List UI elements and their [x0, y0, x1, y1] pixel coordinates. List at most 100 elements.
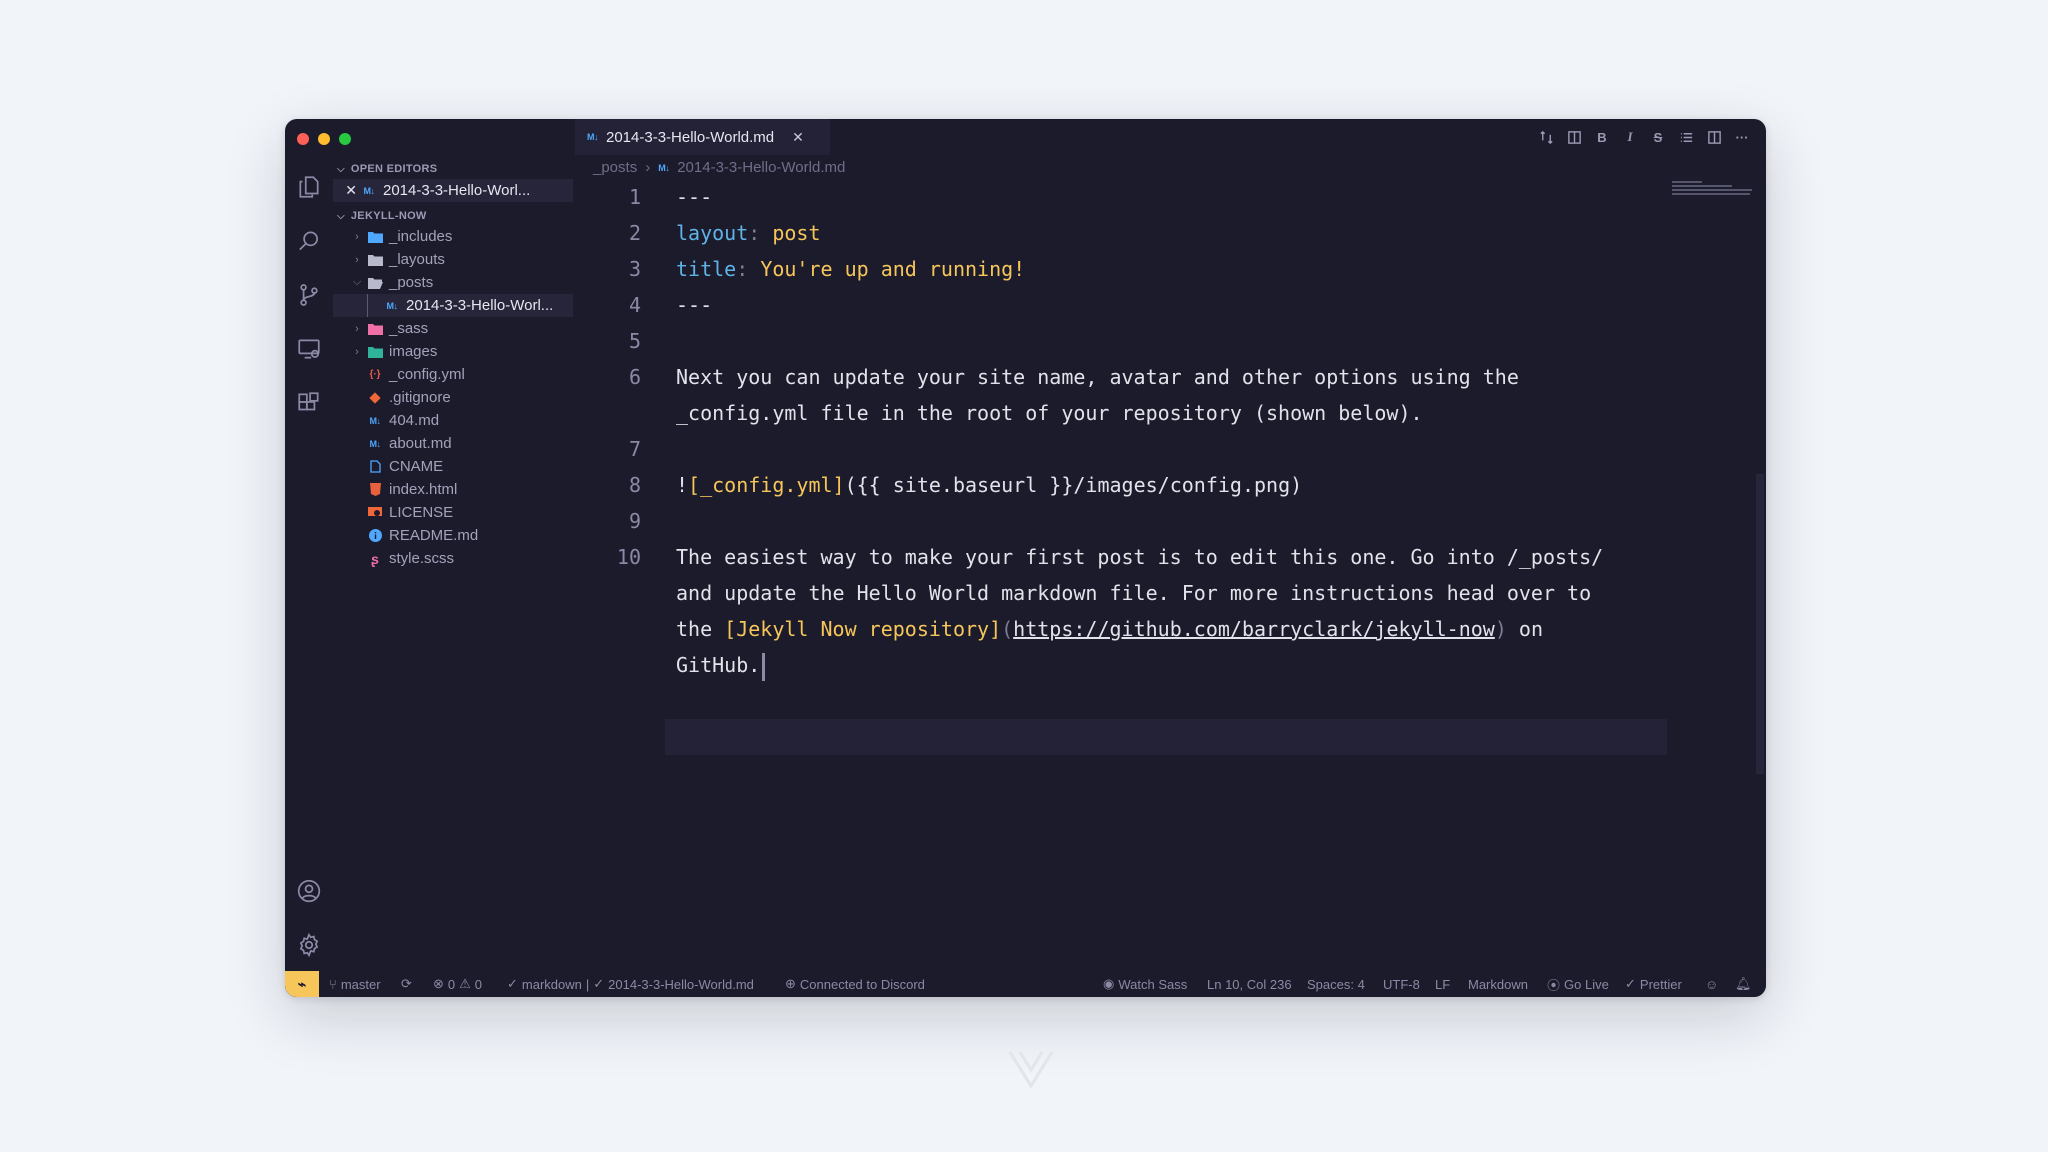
- warning-icon: ⚠: [459, 976, 471, 991]
- chevron-right-icon: ›: [355, 230, 359, 243]
- split-editor-icon[interactable]: [1706, 129, 1722, 145]
- source-control-icon[interactable]: [295, 281, 323, 309]
- line-ending[interactable]: LF: [1435, 971, 1450, 997]
- text-cursor: [762, 652, 766, 681]
- repository-link[interactable]: https://github.com/barryclark/jekyll-now: [1013, 617, 1495, 641]
- code-line-10-wrap-2: the [Jekyll Now repository](https://gith…: [676, 617, 1543, 641]
- open-editors-header[interactable]: ⌵ OPEN EDITORS: [337, 163, 437, 175]
- eye-icon: ◉: [1103, 976, 1115, 991]
- tab-bar: M↓ 2014-3-3-Hello-World.md ✕ B I S ···: [575, 119, 1766, 155]
- code-line-3: 3 title: You're up and running!: [628, 257, 1026, 281]
- remote-explorer-icon[interactable]: [295, 335, 323, 363]
- globe-icon: ⊕: [785, 976, 796, 991]
- more-actions-button[interactable]: ···: [1734, 129, 1750, 145]
- markdown-icon: M↓: [369, 438, 382, 449]
- tab-hello-world[interactable]: M↓ 2014-3-3-Hello-World.md ✕: [575, 119, 830, 155]
- accounts-icon[interactable]: [295, 877, 323, 905]
- check-icon: ✓: [507, 976, 518, 991]
- tree-item-layouts[interactable]: › _layouts: [333, 248, 573, 271]
- branch-icon: ⑂: [329, 976, 337, 992]
- extensions-icon[interactable]: [295, 389, 323, 417]
- feedback-icon[interactable]: ☺: [1705, 971, 1718, 997]
- minimize-window-button[interactable]: [318, 133, 330, 145]
- tree-item-style[interactable]: ʂ style.scss: [333, 547, 573, 570]
- remote-indicator-icon[interactable]: ⌁: [285, 971, 319, 997]
- code-line-7: 7: [628, 437, 641, 461]
- markdown-icon: M↓: [587, 132, 599, 142]
- chevron-down-icon: ⌵: [352, 276, 362, 288]
- tree-item-index[interactable]: index.html: [333, 478, 573, 501]
- code-line-6-wrap: _config.yml file in the root of your rep…: [676, 401, 1423, 425]
- tree-item-about[interactable]: M↓ about.md: [333, 432, 573, 455]
- sync-icon[interactable]: ⟳: [401, 971, 412, 997]
- license-icon: [367, 506, 383, 520]
- code-line-4: 4 ---: [628, 293, 713, 317]
- tree-item-includes[interactable]: › _includes: [333, 225, 573, 248]
- folder-icon: [367, 253, 383, 267]
- tree-item-gitignore[interactable]: .gitignore: [333, 386, 573, 409]
- close-icon[interactable]: ✕: [333, 182, 357, 199]
- lint-status[interactable]: ✓ markdown | ✓ 2014-3-3-Hello-World.md: [507, 971, 754, 997]
- markdown-icon: M↓: [363, 185, 376, 196]
- watch-sass-button[interactable]: ◉ Watch Sass: [1103, 971, 1187, 997]
- bold-button[interactable]: B: [1594, 129, 1610, 145]
- code-line-2: 2 layout: post: [628, 221, 821, 245]
- list-icon[interactable]: [1678, 129, 1694, 145]
- problems-indicator[interactable]: ⊗ 0 ⚠ 0: [433, 971, 482, 997]
- project-header[interactable]: ⌵ JEKYLL-NOW: [337, 210, 427, 222]
- explorer-icon[interactable]: [295, 173, 323, 201]
- prettier-status[interactable]: ✓ Prettier: [1625, 971, 1682, 997]
- notifications-bell-icon[interactable]: 🔔︎: [1735, 971, 1752, 997]
- cursor-position[interactable]: Ln 10, Col 236: [1207, 971, 1292, 997]
- code-line-5: 5: [628, 329, 641, 353]
- breadcrumb-file[interactable]: 2014-3-3-Hello-World.md: [677, 159, 845, 176]
- tree-item-readme[interactable]: README.md: [333, 524, 573, 547]
- editor-toolbar: B I S ···: [1538, 129, 1750, 145]
- breadcrumb: _posts › M↓ 2014-3-3-Hello-World.md: [593, 159, 845, 176]
- discord-status[interactable]: ⊕ Connected to Discord: [785, 971, 925, 997]
- folder-icon: [367, 345, 383, 359]
- folder-open-icon: [367, 276, 383, 290]
- italic-button[interactable]: I: [1622, 129, 1638, 145]
- chevron-right-icon: ›: [355, 253, 359, 266]
- preview-icon[interactable]: [1566, 129, 1582, 145]
- minimap[interactable]: [1672, 179, 1752, 209]
- chevron-right-icon: ›: [355, 345, 359, 358]
- status-bar: ⌁ ⑂ master ⟳ ⊗ 0 ⚠ 0 ✓ markdown | ✓ 2014…: [285, 971, 1766, 997]
- search-icon[interactable]: [295, 227, 323, 255]
- branch-indicator[interactable]: ⑂ master: [329, 971, 381, 997]
- code-line-9: 9: [628, 509, 641, 533]
- code-editor[interactable]: 1 --- 2 layout: post 3 title: You're up …: [575, 179, 1667, 971]
- tree-item-hello-world[interactable]: M↓ 2014-3-3-Hello-Worl...: [333, 294, 573, 317]
- indentation[interactable]: Spaces: 4: [1307, 971, 1365, 997]
- tree-item-license[interactable]: LICENSE: [333, 501, 573, 524]
- vertical-scrollbar[interactable]: [1754, 179, 1766, 971]
- compare-icon[interactable]: [1538, 129, 1554, 145]
- chevron-down-icon: ⌵: [337, 163, 345, 175]
- code-line-1: 1 ---: [628, 185, 713, 209]
- tree-item-cname[interactable]: CNAME: [333, 455, 573, 478]
- close-window-button[interactable]: [297, 133, 309, 145]
- current-line-highlight: [665, 719, 1667, 755]
- yaml-icon: {·}: [369, 369, 381, 380]
- breadcrumb-folder[interactable]: _posts: [593, 159, 637, 176]
- chevron-right-icon: ›: [355, 322, 359, 335]
- tree-item-posts[interactable]: ⌵ _posts: [333, 271, 573, 294]
- tree-item-config[interactable]: {·} _config.yml: [333, 363, 573, 386]
- code-line-10-wrap-3: GitHub.: [575, 647, 766, 683]
- go-live-button[interactable]: ⦿ Go Live: [1547, 971, 1609, 997]
- tree-item-404[interactable]: M↓ 404.md: [333, 409, 573, 432]
- tree-item-sass[interactable]: › _sass: [333, 317, 573, 340]
- close-icon[interactable]: ✕: [792, 129, 804, 146]
- folder-icon: [367, 230, 383, 244]
- broadcast-icon: ⦿: [1547, 977, 1561, 993]
- strikethrough-button[interactable]: S: [1650, 129, 1666, 145]
- check-icon: ✓: [593, 976, 605, 991]
- language-mode[interactable]: Markdown: [1468, 971, 1528, 997]
- open-editor-item[interactable]: ✕ M↓ 2014-3-3-Hello-Worl...: [333, 179, 573, 202]
- tree-item-images[interactable]: › images: [333, 340, 573, 363]
- error-icon: ⊗: [433, 976, 444, 991]
- settings-gear-icon[interactable]: [295, 931, 323, 959]
- code-line-8: 8 ![_config.yml]({{ site.baseurl }}/imag…: [628, 473, 1303, 497]
- encoding[interactable]: UTF-8: [1383, 971, 1420, 997]
